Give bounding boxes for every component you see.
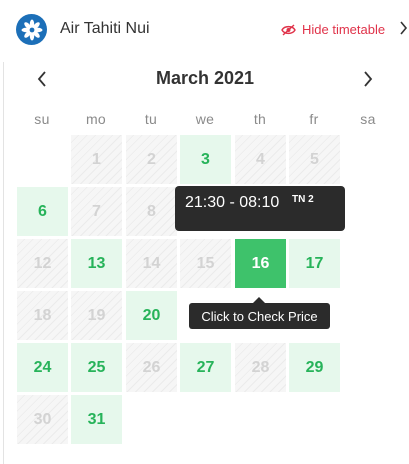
day-cell[interactable]: 3 <box>180 135 231 184</box>
airline-name: Air Tahiti Nui <box>60 20 150 37</box>
panel-left-border <box>3 62 4 464</box>
day-cell[interactable]: 20 <box>126 291 177 340</box>
day-cell: 7 <box>71 187 122 236</box>
weekday-tu: tu <box>144 111 158 127</box>
flight-time: 21:30 - 08:10 <box>185 194 280 211</box>
day-cell[interactable]: 24 <box>17 343 68 392</box>
tooltip-arrow <box>253 297 265 303</box>
hide-timetable-button[interactable]: Hide timetable <box>281 22 385 37</box>
day-cell[interactable]: 27 <box>180 343 231 392</box>
chevron-right-icon[interactable] <box>400 21 408 40</box>
month-title: March 2021 <box>155 68 255 88</box>
check-price-tooltip: Click to Check Price <box>189 297 330 329</box>
weekday-mo: mo <box>85 111 107 127</box>
weekday-fr: fr <box>309 111 319 127</box>
weekday-sa: sa <box>360 111 376 127</box>
day-cell: 30 <box>17 395 68 444</box>
day-cell[interactable]: 13 <box>71 239 122 288</box>
day-cell: 26 <box>126 343 177 392</box>
flight-number: TN 2 <box>292 194 314 205</box>
weekday-th: th <box>253 111 267 127</box>
day-cell: 5 <box>289 135 340 184</box>
hide-timetable-label: Hide timetable <box>302 22 386 37</box>
calendar-header: Air Tahiti Nui Hide timetable <box>0 0 409 62</box>
day-cell: 14 <box>126 239 177 288</box>
day-cell: 4 <box>235 135 286 184</box>
month-navigation: March 2021 <box>0 64 409 94</box>
day-cell: 12 <box>17 239 68 288</box>
day-cell: 15 <box>180 239 231 288</box>
next-month-button[interactable] <box>356 64 380 94</box>
weekday-we: we <box>195 111 215 127</box>
day-cell[interactable]: 6 <box>17 187 68 236</box>
day-cell[interactable]: 31 <box>71 395 122 444</box>
previous-month-button[interactable] <box>30 64 54 94</box>
day-cell: 1 <box>71 135 122 184</box>
weekday-su: su <box>34 111 50 127</box>
timetable-tooltip: 21:30 - 08:10 TN 2 <box>175 186 345 231</box>
chevron-left-icon <box>37 71 46 87</box>
snowflake-flower-icon <box>21 19 42 40</box>
day-cell: 18 <box>17 291 68 340</box>
day-cell[interactable]: 29 <box>289 343 340 392</box>
day-cell[interactable]: 17 <box>289 239 340 288</box>
day-cell[interactable]: 25 <box>71 343 122 392</box>
day-cell: 19 <box>71 291 122 340</box>
chevron-right-icon <box>364 71 373 87</box>
day-cell: 28 <box>235 343 286 392</box>
eye-off-icon <box>281 23 296 36</box>
day-cell[interactable]: 16 <box>235 239 286 288</box>
day-cell: 8 <box>126 187 177 236</box>
day-cell: 2 <box>126 135 177 184</box>
check-price-label: Click to Check Price <box>201 308 318 324</box>
airline-logo <box>16 14 47 45</box>
